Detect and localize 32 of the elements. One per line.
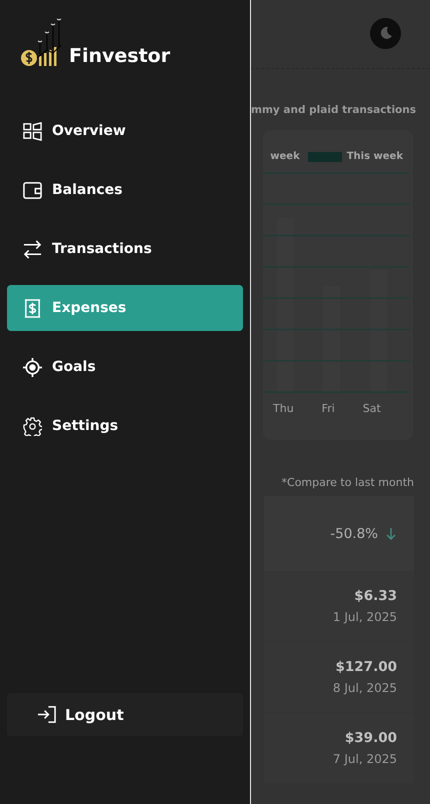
axis-label: Sat (362, 402, 381, 415)
axis-label: Thu (273, 402, 294, 415)
grid-icon (23, 122, 42, 140)
transaction-amount: $6.33 (354, 588, 397, 604)
transaction-date: 1 Jul, 2025 (332, 610, 397, 624)
nav-item[interactable]: Transactions (7, 226, 243, 272)
transaction-amount: $127.00 (336, 659, 397, 675)
transaction-date: 7 Jul, 2025 (332, 752, 397, 766)
change-value: -50.8% (330, 526, 378, 542)
settings-icon (23, 416, 42, 436)
wallet-icon (23, 180, 42, 200)
target-icon (23, 358, 42, 376)
logout-icon (37, 705, 56, 724)
arrow-down-icon (386, 528, 396, 540)
nav-item[interactable]: Balances (7, 167, 243, 213)
nav-item[interactable]: Goals (7, 344, 243, 390)
subtitle: mmy and plaid transactions (251, 104, 416, 116)
logout-button[interactable]: Logout (7, 693, 243, 736)
legend-label: This week (346, 151, 403, 162)
nav-item[interactable]: Overview (7, 108, 243, 154)
nav-item[interactable]: Settings (7, 403, 243, 449)
transaction-amount: $39.00 (344, 730, 397, 746)
transaction-date: 8 Jul, 2025 (332, 681, 397, 695)
dollar-icon (23, 298, 42, 318)
theme-toggle-button[interactable] (370, 18, 401, 48)
compare-note: *Compare to last month (282, 476, 414, 489)
moon-icon (378, 26, 392, 40)
logo-text: Finvestor (69, 45, 170, 68)
arrows-icon (23, 240, 42, 258)
legend-label: week (270, 151, 300, 162)
legend-swatch (308, 152, 342, 162)
axis-label: Fri (322, 402, 335, 415)
